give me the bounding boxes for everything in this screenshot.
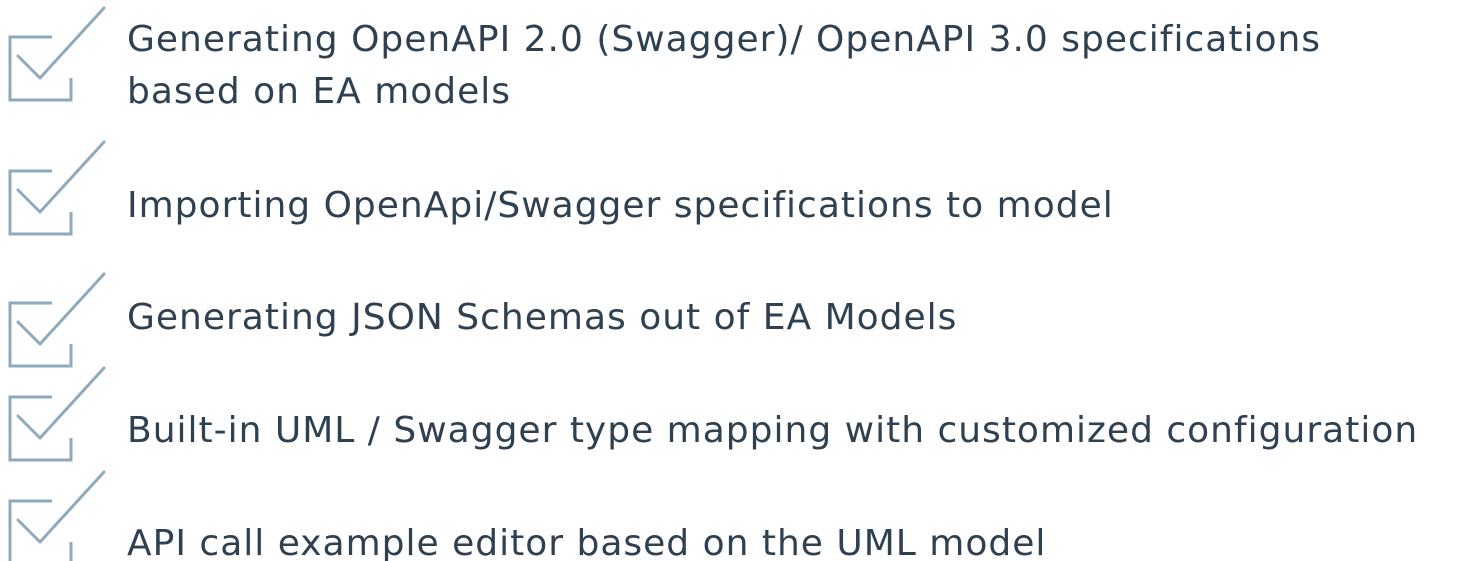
feature-label: Built-in UML / Swagger type mapping with…: [127, 405, 1418, 457]
feature-label-line: based on EA models: [127, 71, 512, 112]
feature-label: Importing OpenApi/Swagger specifications…: [127, 180, 1114, 232]
feature-label-line: Importing OpenApi/Swagger specifications…: [127, 185, 1114, 226]
feature-label: Generating OpenAPI 2.0 (Swagger)/ OpenAP…: [127, 14, 1321, 118]
feature-label-line: Generating JSON Schemas out of EA Models: [127, 297, 958, 338]
feature-label-line: Generating OpenAPI 2.0 (Swagger)/ OpenAP…: [127, 19, 1322, 60]
feature-label-line: API call example editor based on the UML…: [127, 523, 1047, 561]
feature-label: API call example editor based on the UML…: [127, 518, 1046, 561]
checkbox-check-icon: [0, 366, 106, 466]
feature-label-line: Built-in UML / Swagger type mapping with…: [127, 410, 1419, 451]
checkbox-check-icon: [0, 470, 106, 561]
checkbox-check-icon: [0, 140, 106, 240]
checkbox-check-icon: [0, 272, 106, 372]
feature-label: Generating JSON Schemas out of EA Models: [127, 292, 957, 344]
feature-list: Generating OpenAPI 2.0 (Swagger)/ OpenAP…: [0, 0, 1478, 561]
checkbox-check-icon: [0, 6, 106, 106]
